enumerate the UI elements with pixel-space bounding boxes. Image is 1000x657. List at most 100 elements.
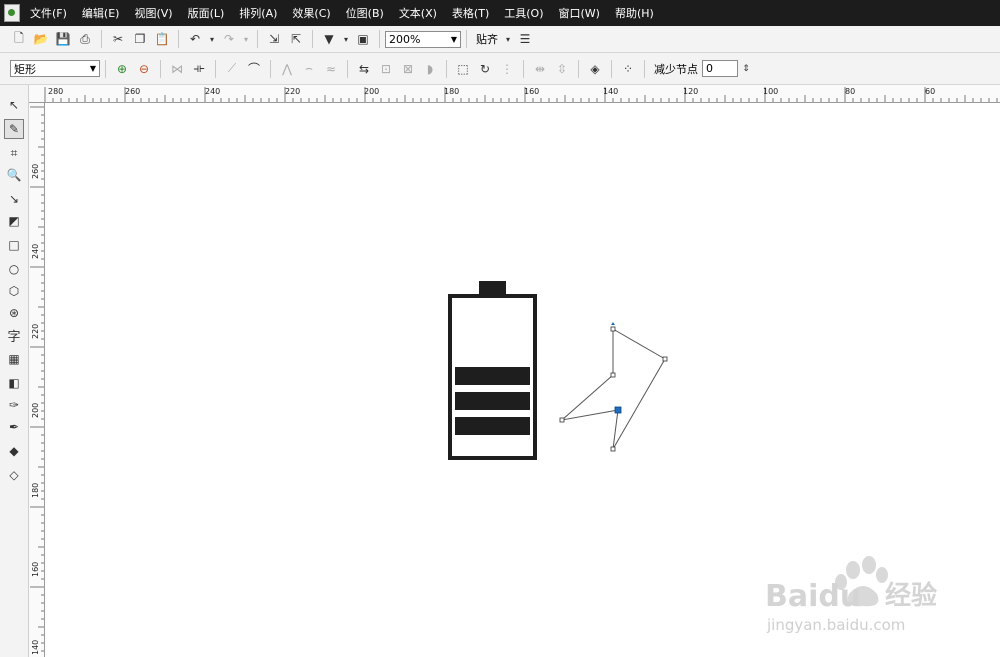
selected-path-node[interactable] (614, 406, 622, 414)
toolbar-separator (466, 30, 467, 48)
path-node[interactable] (610, 446, 616, 452)
to-line-icon[interactable]: ⟋ (223, 60, 241, 78)
redo-dropdown-icon[interactable]: ▾ (242, 30, 250, 48)
menu-window[interactable]: 窗口(W) (559, 5, 600, 21)
import-icon[interactable]: ⇲ (265, 30, 283, 48)
ruler-label: 60 (925, 87, 935, 96)
eyedropper-tool-icon[interactable]: ✑ (4, 395, 24, 415)
path-node[interactable] (662, 356, 668, 362)
shape-type-value: 矩形 (14, 62, 36, 76)
lightning-outline (560, 328, 666, 450)
to-curve-icon[interactable]: ⌒ (245, 60, 263, 78)
reduce-nodes-input[interactable] (702, 60, 738, 77)
undo-icon[interactable]: ↶ (186, 30, 204, 48)
smooth-node-icon[interactable]: ⌢ (300, 60, 318, 78)
ellipse-tool-icon[interactable]: ○ (4, 259, 24, 279)
ruler-label: 100 (763, 87, 778, 96)
app-icon (4, 4, 20, 22)
menu-layout[interactable]: 版面(L) (188, 5, 225, 21)
toolbar-separator (101, 30, 102, 48)
menu-bar: 文件(F) 编辑(E) 视图(V) 版面(L) 排列(A) 效果(C) 位图(B… (0, 0, 1000, 26)
zoom-level-select[interactable]: 200% ▼ (385, 30, 461, 48)
toolbar-separator (347, 59, 348, 78)
menu-text[interactable]: 文本(X) (399, 5, 437, 21)
copy-icon[interactable]: ❐ (131, 30, 149, 48)
redo-icon[interactable]: ↷ (220, 30, 238, 48)
horizontal-reflect-icon[interactable]: ⇹ (531, 60, 549, 78)
smart-fill-tool-icon[interactable]: ◩ (4, 211, 24, 231)
join-nodes-icon[interactable]: ⋈ (168, 60, 186, 78)
menu-effects[interactable]: 效果(C) (292, 5, 330, 21)
menu-table[interactable]: 表格(T) (452, 5, 489, 21)
crop-tool-icon[interactable]: ⌗ (4, 143, 24, 163)
menu-tools[interactable]: 工具(O) (504, 5, 543, 21)
break-curve-icon[interactable]: ⟛ (190, 60, 208, 78)
extend-curve-icon[interactable]: ⊡ (377, 60, 395, 78)
symmetrical-node-icon[interactable]: ≈ (322, 60, 340, 78)
outline-pen-tool-icon[interactable]: ✒ (4, 417, 24, 437)
menu-view[interactable]: 视图(V) (134, 5, 172, 21)
watermark-brand: Baidu (765, 579, 861, 614)
cut-icon[interactable]: ✂ (109, 30, 127, 48)
pick-tool-icon[interactable]: ↖ (4, 95, 24, 115)
toolbar-separator (160, 59, 161, 78)
launcher-dropdown-icon[interactable]: ▾ (342, 30, 350, 48)
reverse-direction-icon[interactable]: ⇆ (355, 60, 373, 78)
extract-subpath-icon[interactable]: ⊠ (399, 60, 417, 78)
table-tool-icon[interactable]: ▦ (4, 349, 24, 369)
options-icon[interactable]: ☰ (516, 30, 534, 48)
snap-dropdown-icon[interactable]: ▾ (504, 30, 512, 48)
ruler-label: 160 (31, 562, 40, 577)
basic-shapes-tool-icon[interactable]: ⊛ (4, 303, 24, 323)
shape-tool-icon[interactable]: ✎ (4, 119, 24, 139)
add-node-icon[interactable]: ⊕ (113, 60, 131, 78)
ruler-label: 240 (205, 87, 220, 96)
battery-terminal (479, 281, 506, 295)
interactive-blend-tool-icon[interactable]: ◧ (4, 373, 24, 393)
zoom-tool-icon[interactable]: 🔍 (4, 165, 24, 185)
new-document-icon[interactable]: 🗋 (10, 30, 28, 48)
path-node[interactable] (559, 417, 565, 423)
select-all-nodes-icon[interactable]: ⁘ (619, 60, 637, 78)
spinner-icon[interactable]: ⇕ (740, 60, 752, 78)
shape-type-select[interactable]: 矩形 ▼ (10, 60, 100, 77)
rectangle-tool-icon[interactable]: □ (4, 235, 24, 255)
path-node[interactable] (610, 372, 616, 378)
menu-file[interactable]: 文件(F) (30, 5, 67, 21)
interactive-fill-tool-icon[interactable]: ◇ (4, 465, 24, 485)
paste-icon[interactable]: 📋 (153, 30, 171, 48)
polygon-tool-icon[interactable]: ⬡ (4, 281, 24, 301)
fill-tool-icon[interactable]: ◆ (4, 441, 24, 461)
ruler-label: 80 (845, 87, 855, 96)
lightning-bolt-path[interactable] (559, 322, 668, 452)
toolbar-separator (215, 59, 216, 78)
menu-edit[interactable]: 编辑(E) (82, 5, 120, 21)
snap-to-button[interactable]: 贴齐 (476, 31, 498, 47)
undo-dropdown-icon[interactable]: ▾ (208, 30, 216, 48)
welcome-screen-icon[interactable]: ▣ (354, 30, 372, 48)
battery-graphic[interactable] (448, 281, 537, 460)
toolbar-separator (611, 59, 612, 78)
vertical-reflect-icon[interactable]: ⇳ (553, 60, 571, 78)
save-icon[interactable]: 💾 (54, 30, 72, 48)
print-icon[interactable]: ⎙ (76, 30, 94, 48)
menu-help[interactable]: 帮助(H) (615, 5, 654, 21)
elastic-mode-icon[interactable]: ◈ (586, 60, 604, 78)
freehand-tool-icon[interactable]: ↘ (4, 189, 24, 209)
menu-bitmaps[interactable]: 位图(B) (346, 5, 384, 21)
rotate-nodes-icon[interactable]: ↻ (476, 60, 494, 78)
ruler-label: 260 (125, 87, 140, 96)
export-icon[interactable]: ⇱ (287, 30, 305, 48)
stretch-nodes-icon[interactable]: ⬚ (454, 60, 472, 78)
text-tool-icon[interactable]: 字 (4, 325, 24, 345)
menu-arrange[interactable]: 排列(A) (239, 5, 277, 21)
close-curve-icon[interactable]: ◗ (421, 60, 439, 78)
delete-node-icon[interactable]: ⊖ (135, 60, 153, 78)
path-node[interactable] (610, 326, 616, 332)
reduce-nodes-label: 减少节点 (654, 62, 698, 76)
cusp-node-icon[interactable]: ⋀ (278, 60, 296, 78)
application-launcher-icon[interactable]: ▼ (320, 30, 338, 48)
ruler-label: 160 (524, 87, 539, 96)
align-nodes-icon[interactable]: ⋮ (498, 60, 516, 78)
open-folder-icon[interactable]: 📂 (32, 30, 50, 48)
